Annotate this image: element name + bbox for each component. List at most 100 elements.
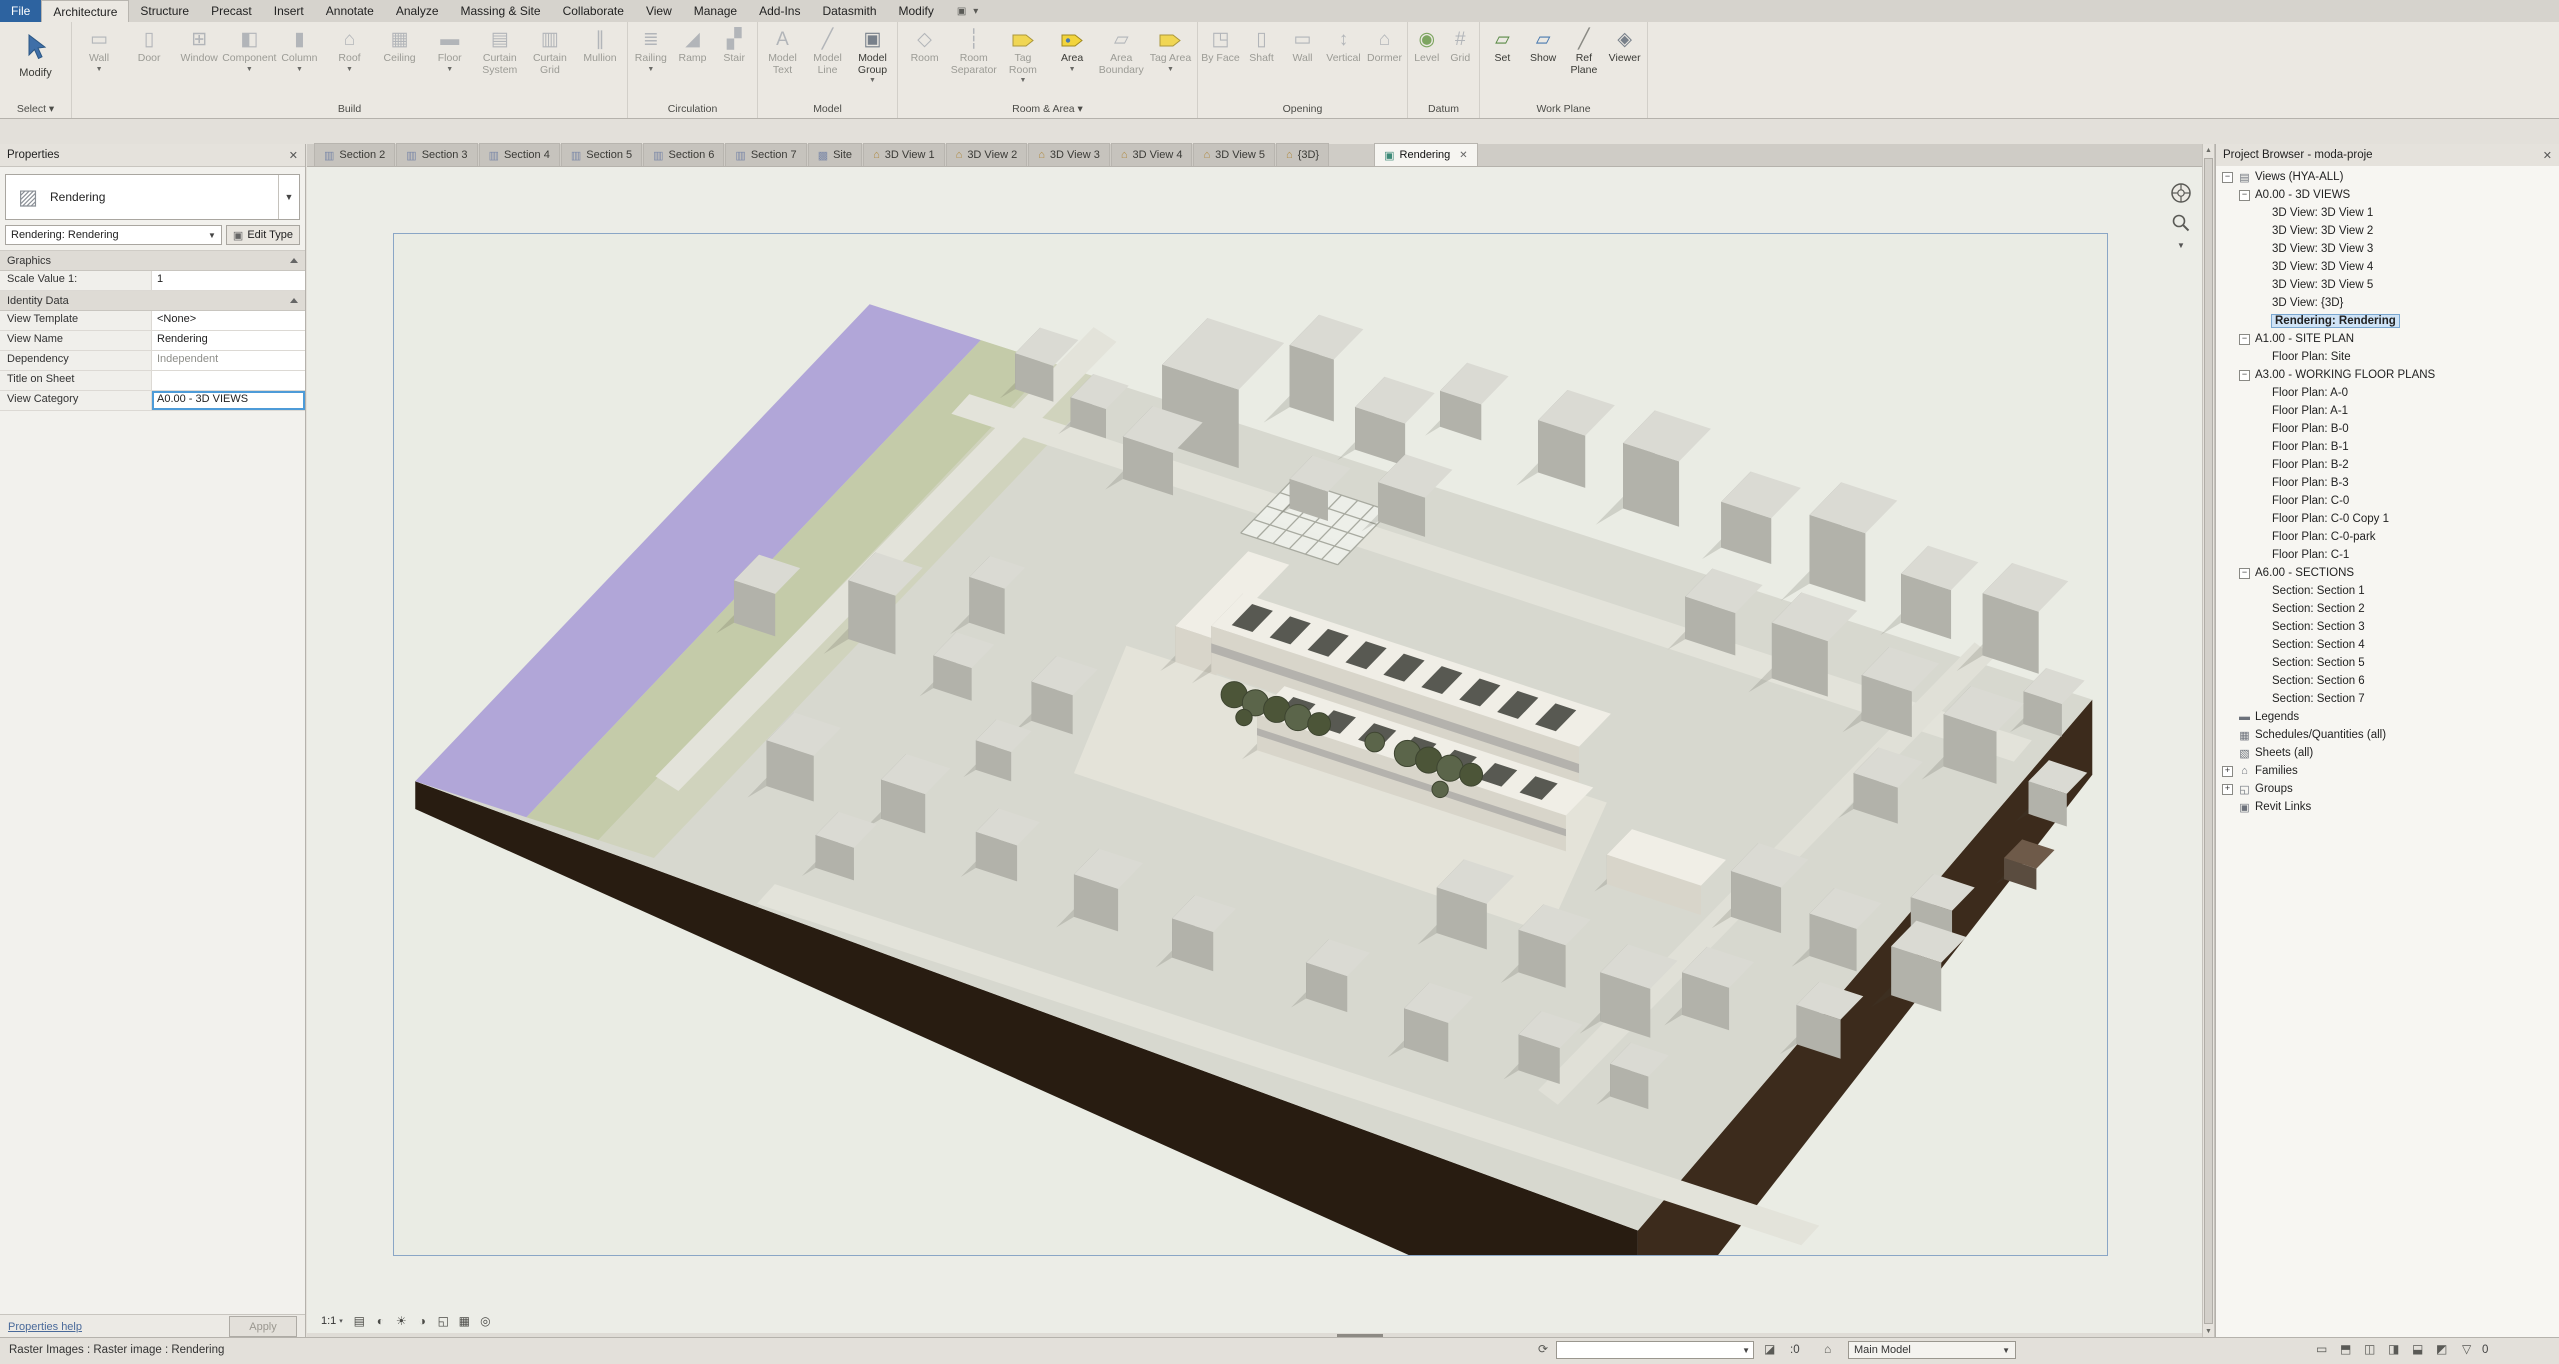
steering-wheel-icon[interactable] xyxy=(2169,181,2193,205)
canvas-area[interactable]: ▼ xyxy=(307,167,2202,1309)
wall-button[interactable]: ▭Wall▼ xyxy=(74,26,124,74)
tree-item-3d-view-3d-view-4[interactable]: 3D View: 3D View 4 xyxy=(2216,258,2559,276)
property-value[interactable]: <None> xyxy=(152,311,305,330)
model-line-button[interactable]: ╱Model Line xyxy=(805,26,850,77)
scale-button[interactable]: 1:1 ▾ xyxy=(317,1312,347,1330)
shadows-icon[interactable]: ◑ xyxy=(414,1312,431,1330)
menu-tab-view[interactable]: View xyxy=(635,0,683,22)
ribbon-collapse-arrow-icon[interactable]: ▾ xyxy=(973,6,978,17)
edit-type-button[interactable]: ▣ Edit Type xyxy=(226,225,300,245)
view-tab-section-3[interactable]: ▥Section 3 xyxy=(396,143,477,166)
tag-area-button[interactable]: Tag Area▼ xyxy=(1146,26,1195,74)
section-header-identity-data[interactable]: Identity Data xyxy=(0,291,305,311)
sun-path-icon[interactable]: ☀ xyxy=(393,1312,410,1330)
type-selector-dropdown[interactable]: ▼ xyxy=(278,175,299,219)
properties-close-icon[interactable]: ✕ xyxy=(289,149,298,162)
menu-tab-analyze[interactable]: Analyze xyxy=(385,0,450,22)
menu-tab-insert[interactable]: Insert xyxy=(263,0,315,22)
room-separator-button[interactable]: ┆Room Separator xyxy=(949,26,998,77)
grid-button[interactable]: #Grid xyxy=(1444,26,1478,66)
set-button[interactable]: ▱Set xyxy=(1482,26,1523,66)
property-value[interactable]: 1 xyxy=(152,271,305,290)
view-tab-3d-view-2[interactable]: ⌂3D View 2 xyxy=(946,143,1028,166)
design-option-dropdown[interactable]: Main Model ▼ xyxy=(1848,1341,2016,1359)
section-header-graphics[interactable]: Graphics xyxy=(0,251,305,271)
door-button[interactable]: ▯Door xyxy=(124,26,174,66)
scroll-up-icon[interactable]: ▲ xyxy=(2203,144,2214,157)
component-button[interactable]: ◧Component▼ xyxy=(224,26,274,74)
tag-room-button[interactable]: Tag Room▼ xyxy=(998,26,1047,86)
model-text-button[interactable]: AModel Text xyxy=(760,26,805,77)
tree-item-rendering-rendering[interactable]: Rendering: Rendering xyxy=(2216,312,2559,330)
temporary-hide-isolate-icon[interactable]: ◎ xyxy=(477,1312,494,1330)
tree-item-section-section-5[interactable]: Section: Section 5 xyxy=(2216,654,2559,672)
railing-button[interactable]: ≣Railing▼ xyxy=(630,26,672,74)
edit-in-place-icon[interactable]: ⬒ xyxy=(2340,1342,2351,1356)
level-button[interactable]: ◉Level xyxy=(1410,26,1444,66)
view-tab-3d-view-5[interactable]: ⌂3D View 5 xyxy=(1193,143,1275,166)
view-tab-section-7[interactable]: ▥Section 7 xyxy=(725,143,806,166)
tree-item-3d-view-3d-view-1[interactable]: 3D View: 3D View 1 xyxy=(2216,204,2559,222)
crop-region-visibility-icon[interactable]: ▦ xyxy=(456,1312,473,1330)
view-tab-section-2[interactable]: ▥Section 2 xyxy=(314,143,395,166)
vertical-button[interactable]: ↕Vertical xyxy=(1323,26,1364,66)
instance-combobox[interactable]: Rendering: Rendering ▼ xyxy=(5,225,222,245)
tree-expander-icon[interactable]: − xyxy=(2222,172,2233,183)
floor-button[interactable]: ▬Floor▼ xyxy=(425,26,475,74)
shaft-button[interactable]: ▯Shaft xyxy=(1241,26,1282,66)
view-tab-3d-view-3[interactable]: ⌂3D View 3 xyxy=(1028,143,1110,166)
select-pinned-icon[interactable]: ⬓ xyxy=(2412,1342,2423,1356)
panel-label-select[interactable]: Select ▾ xyxy=(0,101,71,118)
tree-expander-icon[interactable]: − xyxy=(2239,190,2250,201)
by-face-button[interactable]: ◳By Face xyxy=(1200,26,1241,66)
tree-item-3d-view-3d-view-3[interactable]: 3D View: 3D View 3 xyxy=(2216,240,2559,258)
tree-item-section-section-3[interactable]: Section: Section 3 xyxy=(2216,618,2559,636)
menu-tab-file[interactable]: File xyxy=(0,0,41,22)
ramp-button[interactable]: ◢Ramp xyxy=(672,26,714,66)
panel-label-room-area[interactable]: Room & Area ▾ xyxy=(898,101,1197,118)
menu-tab-add-ins[interactable]: Add-Ins xyxy=(748,0,811,22)
area-button[interactable]: Area▼ xyxy=(1048,26,1097,74)
menu-tab-manage[interactable]: Manage xyxy=(683,0,748,22)
worksets-dropdown[interactable]: ▼ xyxy=(1556,1341,1754,1359)
filter-icon[interactable]: ▽ xyxy=(2462,1342,2471,1356)
room-button[interactable]: ◇Room xyxy=(900,26,949,66)
tree-item-floor-plan-a-1[interactable]: Floor Plan: A-1 xyxy=(2216,402,2559,420)
tree-item-floor-plan-c-0-park[interactable]: Floor Plan: C-0-park xyxy=(2216,528,2559,546)
roof-button[interactable]: ⌂Roof▼ xyxy=(324,26,374,74)
menu-tab-datasmith[interactable]: Datasmith xyxy=(811,0,887,22)
tree-expander-icon[interactable]: − xyxy=(2239,370,2250,381)
view-tab-section-6[interactable]: ▥Section 6 xyxy=(643,143,724,166)
tree-item-families[interactable]: +⌂Families xyxy=(2216,762,2559,780)
menu-tab-structure[interactable]: Structure xyxy=(129,0,200,22)
tree-item-views-hya-all[interactable]: −▤Views (HYA-ALL) xyxy=(2216,168,2559,186)
vertical-scrollbar-thumb[interactable] xyxy=(2204,158,2213,1324)
viewer-button[interactable]: ◈Viewer xyxy=(1604,26,1645,66)
tree-item-a6-00-sections[interactable]: −A6.00 - SECTIONS xyxy=(2216,564,2559,582)
tree-item-floor-plan-a-0[interactable]: Floor Plan: A-0 xyxy=(2216,384,2559,402)
tree-item-a0-00-3d-views[interactable]: −A0.00 - 3D VIEWS xyxy=(2216,186,2559,204)
property-value[interactable]: Rendering xyxy=(152,331,305,350)
menu-tab-precast[interactable]: Precast xyxy=(200,0,263,22)
zoom-icon[interactable] xyxy=(2169,211,2193,235)
tree-item-section-section-6[interactable]: Section: Section 6 xyxy=(2216,672,2559,690)
stair-button[interactable]: ▞Stair xyxy=(713,26,755,66)
close-tab-icon[interactable]: ✕ xyxy=(1459,150,1467,161)
curtain-system-button[interactable]: ▤Curtain System xyxy=(475,26,525,77)
exclude-options-icon[interactable]: ▭ xyxy=(2316,1342,2327,1356)
view-tab-3d-view-1[interactable]: ⌂3D View 1 xyxy=(863,143,945,166)
tree-item-floor-plan-b-0[interactable]: Floor Plan: B-0 xyxy=(2216,420,2559,438)
property-value[interactable]: A0.00 - 3D VIEWS xyxy=(152,391,305,410)
menu-tab-modify[interactable]: Modify xyxy=(888,0,945,22)
tree-item-floor-plan-b-1[interactable]: Floor Plan: B-1 xyxy=(2216,438,2559,456)
column-button[interactable]: ▮Column▼ xyxy=(274,26,324,74)
menu-tab-architecture[interactable]: Architecture xyxy=(41,0,129,22)
view-tab-site[interactable]: ▩Site xyxy=(808,143,862,166)
tree-item-a3-00-working-floor-plans[interactable]: −A3.00 - WORKING FLOOR PLANS xyxy=(2216,366,2559,384)
menu-tab-annotate[interactable]: Annotate xyxy=(315,0,385,22)
detail-level-icon[interactable]: ▤ xyxy=(351,1312,368,1330)
tree-expander-icon[interactable]: − xyxy=(2239,568,2250,579)
ceiling-button[interactable]: ▦Ceiling xyxy=(375,26,425,66)
select-underlay-icon[interactable]: ◨ xyxy=(2388,1342,2399,1356)
tree-item-revit-links[interactable]: ▣Revit Links xyxy=(2216,798,2559,816)
